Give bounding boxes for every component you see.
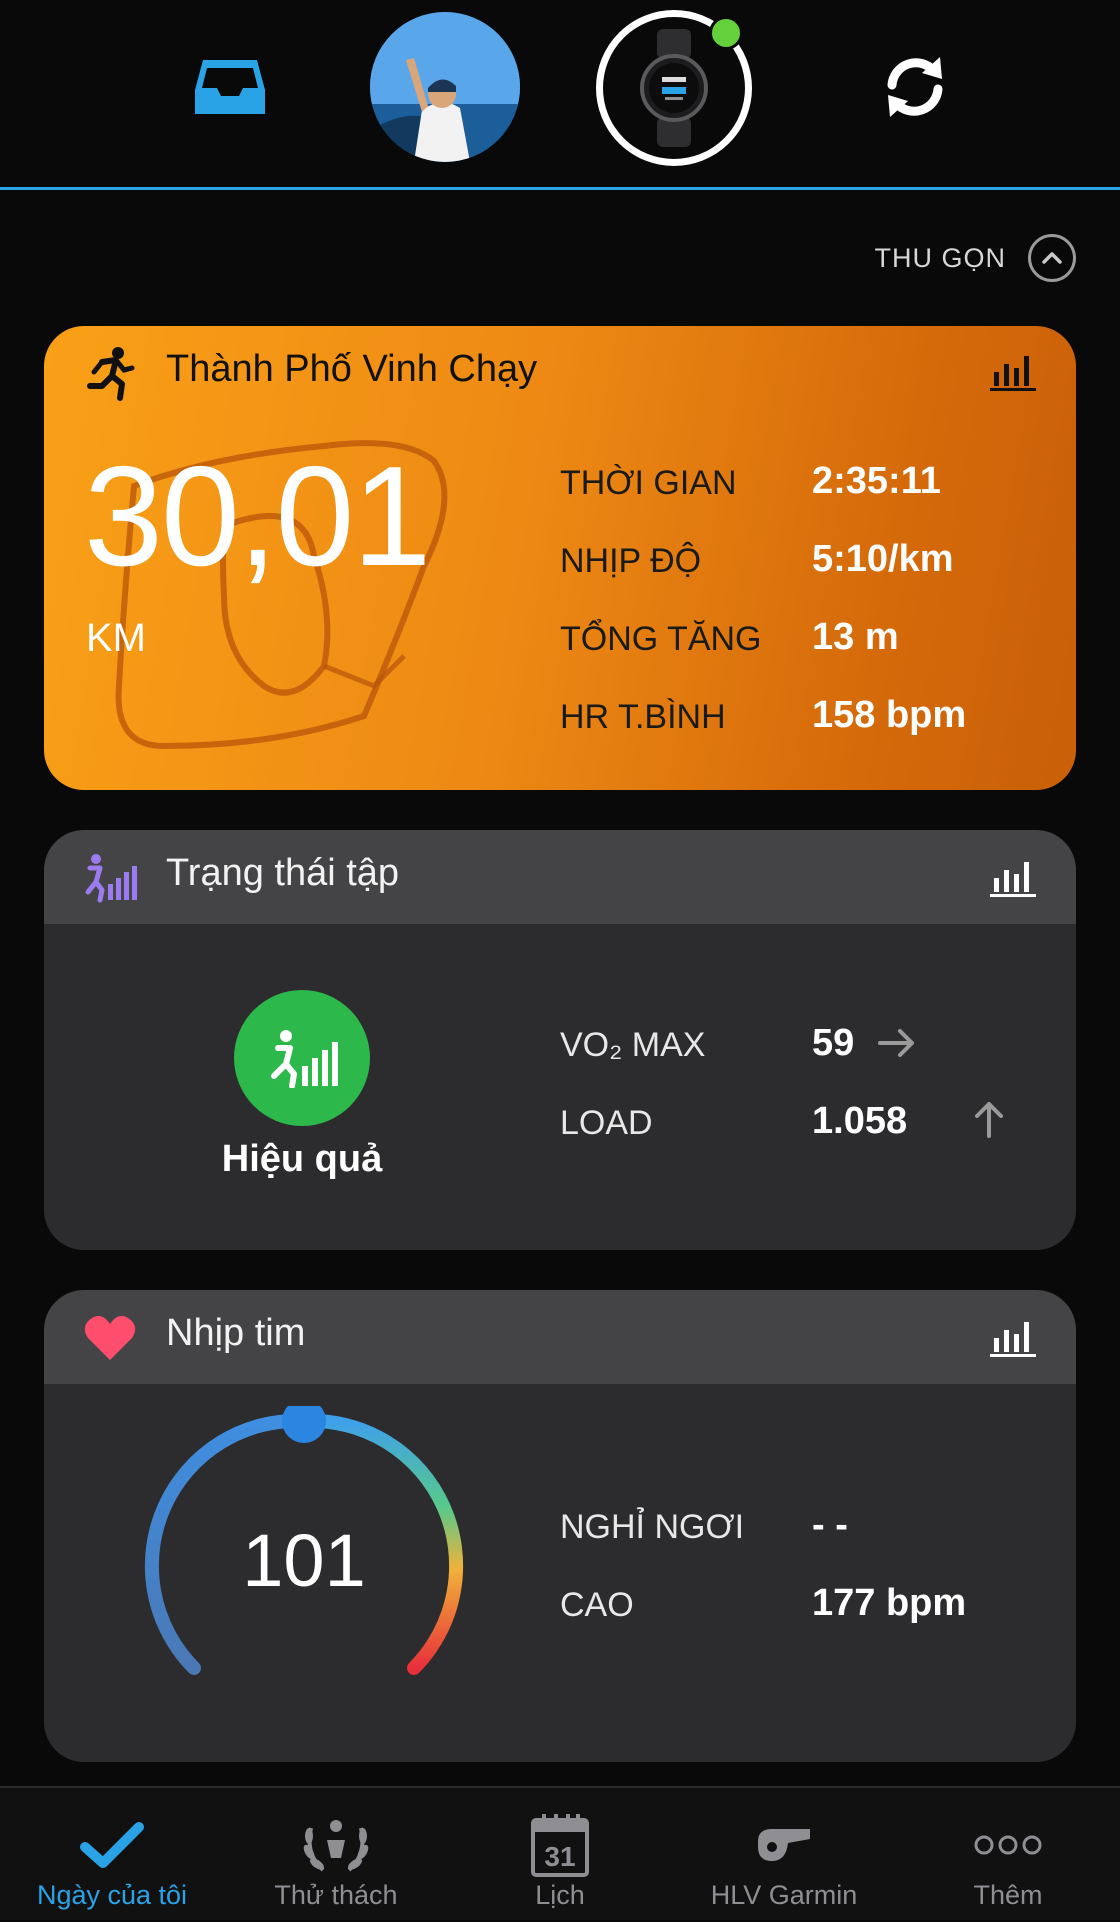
tab-label: Thêm	[973, 1880, 1043, 1910]
tab-label: Lịch	[535, 1880, 585, 1910]
avatar[interactable]	[370, 12, 520, 162]
stat-value: 5:10/km	[812, 538, 954, 580]
resting-hr-value: - -	[812, 1504, 848, 1546]
device-connected-indicator	[709, 16, 743, 50]
heart-icon	[82, 1310, 138, 1366]
tab-label: HLV Garmin	[710, 1880, 858, 1910]
laurel-icon	[286, 1810, 386, 1880]
stat-value: 158 bpm	[812, 694, 967, 736]
tab-label: Ngày của tôi	[36, 1880, 188, 1910]
heart-rate-card[interactable]: Nhịp tim 101 NGHỈ NGƠI - - CAO 177 bpm	[44, 1290, 1076, 1762]
resting-hr-label: NGHỈ NGƠI	[560, 1508, 745, 1546]
high-hr-value: 177 bpm	[812, 1582, 967, 1624]
stat-value: 13 m	[812, 616, 899, 658]
tab-more[interactable]: Thêm	[896, 1788, 1120, 1922]
calendar-day: 31	[544, 1841, 575, 1872]
sync-icon[interactable]	[840, 12, 990, 162]
high-hr-label: CAO	[560, 1586, 634, 1624]
tab-bar: Ngày của tôi Thử thách 31 Lịch HLV Garmi…	[0, 1786, 1120, 1920]
training-status-badge	[234, 990, 370, 1126]
tab-calendar[interactable]: 31 Lịch	[448, 1788, 672, 1922]
whistle-icon	[734, 1810, 834, 1880]
stat-value: 2:35:11	[812, 460, 941, 502]
heart-rate-title: Nhịp tim	[166, 1312, 306, 1354]
load-value: 1.058	[812, 1100, 908, 1142]
bar-chart-icon[interactable]	[990, 352, 1036, 392]
training-status-title: Trạng thái tập	[166, 852, 400, 894]
collapse-label: THU GỌN	[874, 242, 1006, 273]
training-status-label: Hiệu quả	[221, 1138, 383, 1180]
tab-challenges[interactable]: Thử thách	[224, 1788, 448, 1922]
bar-chart-icon[interactable]	[990, 858, 1036, 898]
load-label: LOAD	[560, 1104, 653, 1142]
activity-title: Thành Phố Vinh Chạy	[166, 348, 538, 390]
chevron-up-icon[interactable]	[1028, 234, 1076, 282]
more-icon	[958, 1810, 1058, 1880]
distance-unit: KM	[86, 616, 146, 660]
stat-label: TỔNG TĂNG	[560, 620, 762, 658]
training-status-icon	[82, 850, 138, 906]
distance-value: 30,01	[84, 437, 431, 596]
tab-garmin-coach[interactable]: HLV Garmin	[672, 1788, 896, 1922]
vo2-value: 59	[812, 1022, 855, 1064]
inbox-icon[interactable]	[155, 12, 305, 162]
training-status-card[interactable]: Trạng thái tập Hiệu quả VO₂ MAX 59 LOAD …	[44, 830, 1076, 1250]
running-icon	[82, 346, 138, 402]
stat-label: THỜI GIAN	[560, 464, 737, 502]
vo2-label: VO₂ MAX	[560, 1026, 706, 1064]
arrow-right-icon	[876, 1026, 918, 1069]
tab-label: Thử thách	[274, 1880, 398, 1910]
current-heart-rate: 101	[242, 1519, 366, 1602]
stat-label: HR T.BÌNH	[560, 698, 726, 736]
stat-label: NHỊP ĐỘ	[560, 542, 702, 580]
arrow-up-icon	[972, 1098, 1006, 1149]
tab-my-day[interactable]: Ngày của tôi	[0, 1788, 224, 1922]
bar-chart-icon[interactable]	[990, 1318, 1036, 1358]
top-bar	[0, 0, 1120, 190]
calendar-icon: 31	[510, 1810, 610, 1880]
activity-card[interactable]: Thành Phố Vinh Chạy 30,01 KM THỜI GIAN 2…	[44, 326, 1076, 790]
collapse-toggle[interactable]: THU GỌN	[874, 234, 1076, 282]
checkmark-icon	[62, 1810, 162, 1880]
